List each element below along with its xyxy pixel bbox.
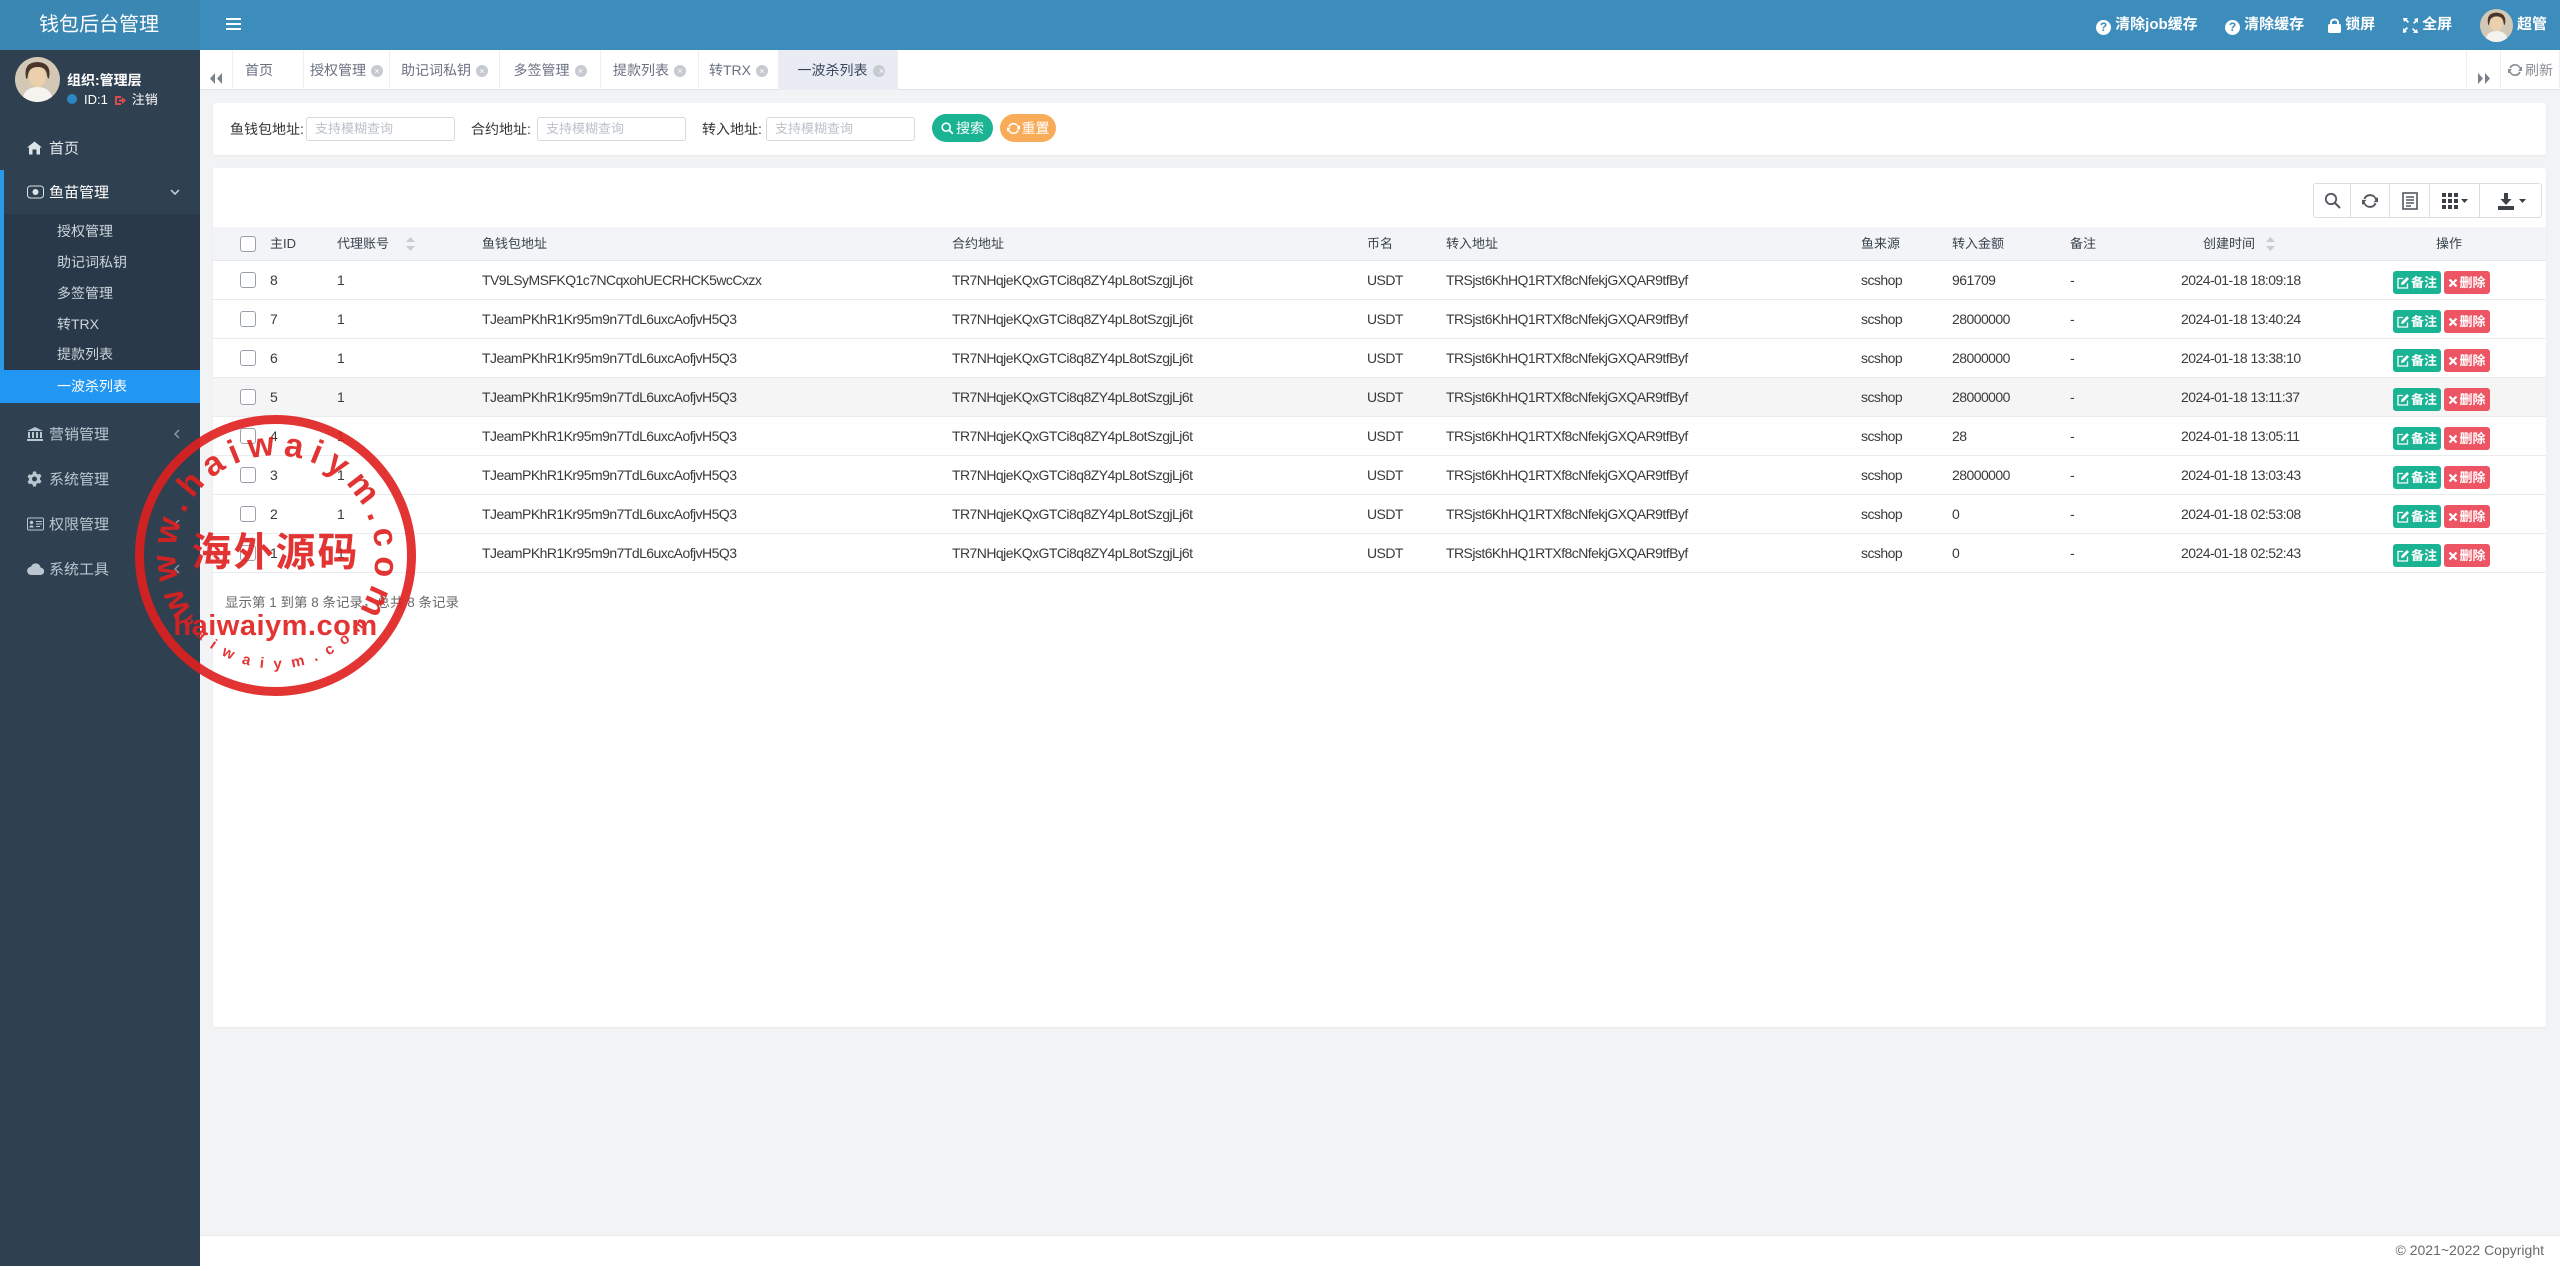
svg-text:海外源码: 海外源码 (192, 520, 360, 578)
svg-text:haiwaiym.com: haiwaiym.com (173, 610, 377, 642)
